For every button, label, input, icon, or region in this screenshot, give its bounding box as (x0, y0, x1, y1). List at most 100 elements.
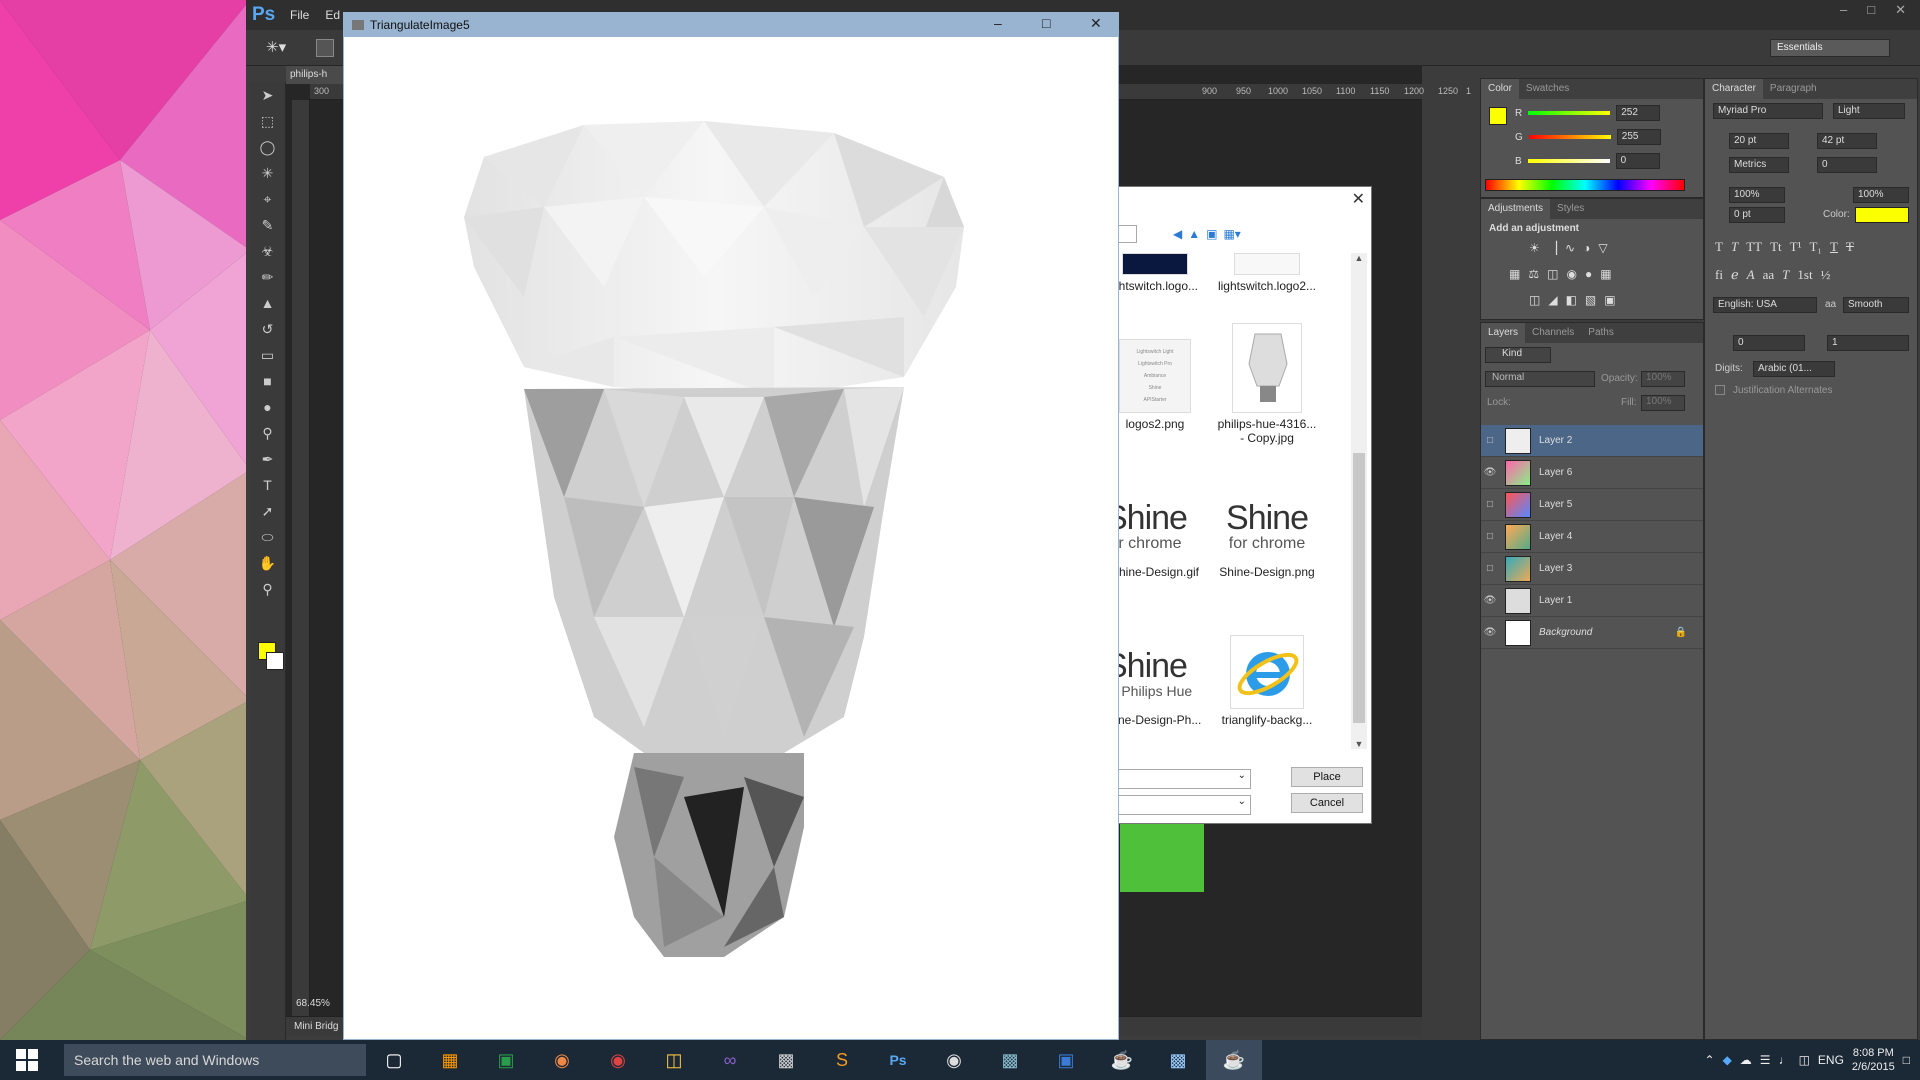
ordinal-icon[interactable]: T (1782, 267, 1789, 283)
triangulate-titlebar[interactable]: TriangulateImage5 – □ ✕ (344, 13, 1118, 37)
dialog-scrollbar[interactable]: ▲ ▼ (1351, 253, 1367, 749)
cancel-button[interactable]: Cancel (1291, 793, 1363, 813)
layer-row[interactable]: 👁 Layer 1 (1481, 585, 1703, 617)
hue-saturation-icon[interactable]: ▦ (1509, 267, 1520, 281)
dodge-tool-icon[interactable]: ⚲ (250, 420, 285, 446)
kerning-field[interactable]: Metrics (1729, 157, 1789, 173)
all-caps-icon[interactable]: TT (1746, 239, 1762, 255)
vibrance-icon[interactable]: ▽ (1598, 241, 1607, 255)
eye-icon[interactable]: 👁 (1481, 627, 1499, 638)
tab-channels[interactable]: Channels (1525, 323, 1581, 343)
quick-select-tool-icon[interactable]: ✳ (250, 160, 285, 186)
language-select[interactable]: English: USA (1713, 297, 1817, 313)
zoom-level[interactable]: 68.45% (296, 998, 330, 1009)
option-field-a[interactable]: 0 (1733, 335, 1805, 351)
selective-color-icon[interactable]: ▧ (1585, 293, 1596, 307)
eyedropper-tool-icon[interactable]: ✎ (250, 212, 285, 238)
color-spectrum[interactable] (1485, 179, 1685, 191)
scroll-thumb[interactable] (1353, 453, 1365, 723)
strikethrough-icon[interactable]: T (1846, 239, 1854, 255)
place-button[interactable]: Place (1291, 767, 1363, 787)
vertical-scale-field[interactable]: 100% (1729, 187, 1785, 203)
layer-row[interactable]: 👁 Layer 6 (1481, 457, 1703, 489)
blur-tool-icon[interactable]: ● (250, 394, 285, 420)
zoom-tool-icon[interactable]: ⚲ (250, 576, 285, 602)
fill-field[interactable]: 100% (1641, 395, 1685, 411)
ligature-icon[interactable]: fi (1715, 267, 1723, 283)
horizontal-scale-field[interactable]: 100% (1853, 187, 1909, 203)
brightness-icon[interactable]: ☀ (1529, 241, 1540, 255)
eye-icon[interactable]: 👁 (1481, 467, 1499, 478)
swash-icon[interactable]: ℯ (1731, 267, 1739, 283)
small-caps-icon[interactable]: Tt (1770, 239, 1782, 255)
hand-tool-icon[interactable]: ✋ (250, 550, 285, 576)
tray-overflow-icon[interactable]: ⌃ (1705, 1053, 1715, 1067)
store-icon[interactable]: ▦ (422, 1040, 478, 1080)
move-tool-icon[interactable]: ➤ (250, 82, 285, 108)
magic-wand-icon[interactable]: ✳▾ (266, 38, 290, 58)
faux-bold-icon[interactable]: T (1715, 239, 1723, 255)
back-icon[interactable]: ◀ (1173, 227, 1182, 241)
task-view-icon[interactable]: ▢ (366, 1040, 422, 1080)
taskbar-search[interactable]: Search the web and Windows (64, 1044, 366, 1076)
tab-paths[interactable]: Paths (1581, 323, 1621, 343)
threshold-icon[interactable]: ◧ (1566, 293, 1577, 307)
superscript-icon[interactable]: T¹ (1790, 239, 1802, 255)
black-white-icon[interactable]: ◫ (1547, 267, 1558, 281)
photoshop-icon[interactable]: Ps (870, 1040, 926, 1080)
file-explorer-icon[interactable]: ◫ (646, 1040, 702, 1080)
posterize-icon[interactable]: ◢ (1548, 293, 1557, 307)
volume-icon[interactable]: ♩ (1779, 1053, 1791, 1067)
crop-tool-icon[interactable]: ⌖ (250, 186, 285, 212)
menu-file[interactable]: File (282, 8, 317, 22)
font-family-select[interactable]: Myriad Pro (1713, 103, 1823, 119)
close-icon[interactable]: ✕ (1090, 15, 1102, 32)
visibility-toggle[interactable]: □ (1481, 435, 1499, 446)
color-fg-swatch[interactable] (1489, 107, 1507, 125)
marquee-tool-icon[interactable]: ⬚ (250, 108, 285, 134)
close-icon[interactable]: ✕ (1895, 2, 1906, 18)
tab-color[interactable]: Color (1481, 79, 1519, 99)
curves-icon[interactable]: ∿ (1565, 241, 1575, 255)
color-lookup-icon[interactable]: ▦ (1600, 267, 1611, 281)
file-item[interactable]: trianglify-backg... (1215, 635, 1319, 727)
path-select-icon[interactable]: ➚ (250, 498, 285, 524)
invert-icon[interactable]: ◫ (1529, 293, 1540, 307)
paint-bucket-icon[interactable]: ■ (250, 368, 285, 394)
visibility-toggle[interactable]: □ (1481, 531, 1499, 542)
history-brush-icon[interactable]: ↺ (250, 316, 285, 342)
triangulate-app-icon[interactable]: ☕ (1206, 1040, 1262, 1080)
java-icon[interactable]: ☕ (1094, 1040, 1150, 1080)
ordinals-icon[interactable]: 1st (1797, 267, 1812, 283)
font-size-field[interactable]: 20 pt (1729, 133, 1789, 149)
layer-row[interactable]: □ Layer 5 (1481, 489, 1703, 521)
file-item[interactable]: philips-hue-4316... - Copy.jpg (1215, 323, 1319, 445)
subscript-icon[interactable]: T₁ (1809, 239, 1821, 255)
workspace-select[interactable]: Essentials (1770, 39, 1890, 57)
filename-combo[interactable]: ⌄ (1103, 769, 1251, 789)
levels-icon[interactable]: ▕ (1548, 241, 1557, 255)
tab-swatches[interactable]: Swatches (1519, 79, 1576, 99)
up-folder-icon[interactable]: ▲ (1188, 227, 1200, 241)
g-slider[interactable] (1528, 135, 1611, 139)
blend-mode-select[interactable]: Normal (1485, 371, 1595, 387)
selection-mode-button[interactable] (316, 39, 334, 57)
r-value[interactable]: 252 (1616, 105, 1661, 121)
tab-character[interactable]: Character (1705, 79, 1763, 99)
layer-row[interactable]: □ Layer 4 (1481, 521, 1703, 553)
network-app-icon[interactable]: ▩ (982, 1040, 1038, 1080)
b-slider[interactable] (1527, 159, 1610, 163)
channel-mixer-icon[interactable]: ● (1585, 267, 1592, 281)
maximize-icon[interactable]: □ (1867, 2, 1875, 18)
visual-studio-icon[interactable]: ∞ (702, 1040, 758, 1080)
color-balance-icon[interactable]: ⚖ (1528, 267, 1539, 281)
opacity-field[interactable]: 100% (1641, 371, 1685, 387)
visibility-toggle[interactable]: □ (1481, 499, 1499, 510)
minimize-icon[interactable]: – (994, 15, 1002, 31)
baseline-field[interactable]: 0 pt (1729, 207, 1785, 223)
minimize-icon[interactable]: – (1840, 2, 1847, 18)
layer-row[interactable]: □ Layer 3 (1481, 553, 1703, 585)
command-prompt-icon[interactable]: ▩ (758, 1040, 814, 1080)
leading-field[interactable]: 42 pt (1817, 133, 1877, 149)
new-folder-icon[interactable]: ▣ (1206, 227, 1217, 241)
